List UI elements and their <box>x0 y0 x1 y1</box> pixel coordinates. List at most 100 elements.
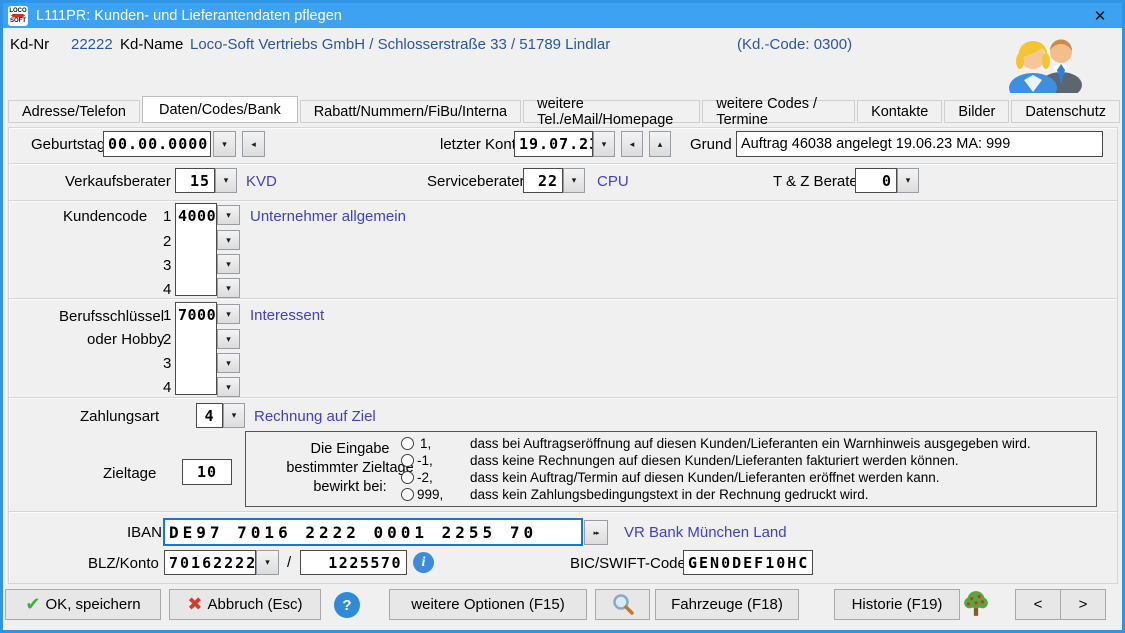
berufsschluessel-dropdown-button-2[interactable]: ▾ <box>217 329 240 349</box>
geburtstag-dropdown-button[interactable]: ▾ <box>213 131 236 157</box>
berufsschluessel-row-index: 4 <box>163 379 171 396</box>
tab-kontakte[interactable]: Kontakte <box>857 100 942 123</box>
serviceberater-field[interactable]: 22 <box>523 168 563 193</box>
bic-swift-field[interactable]: GEN0DEF10HC <box>683 550 813 575</box>
geburtstag-back-button[interactable]: ◂ <box>242 131 265 157</box>
previous-record-button[interactable]: < <box>1015 589 1061 620</box>
chevron-down-icon: ▾ <box>602 139 607 150</box>
letzter-kontakt-field[interactable]: 19.07.23 <box>514 131 593 157</box>
radio-zieltage-minus1[interactable] <box>401 454 414 467</box>
kundencode-label: Kundencode <box>63 208 147 225</box>
kundencode-dropdown-button-3[interactable]: ▾ <box>217 254 240 274</box>
letzter-kontakt-dropdown-button[interactable]: ▾ <box>593 131 615 157</box>
radio-zieltage-1[interactable] <box>401 437 414 450</box>
iban-lookup-button[interactable]: ▸▸ <box>584 520 608 545</box>
berufsschluessel-dropdown-button-3[interactable]: ▾ <box>217 353 240 373</box>
tab-label: weitere Tel./eMail/Homepage <box>537 96 686 128</box>
bank-name: VR Bank München Land <box>624 524 787 541</box>
radio-desc: dass kein Zahlungsbedingungstext in der … <box>470 487 869 502</box>
search-button[interactable] <box>595 589 650 620</box>
geburtstag-field[interactable]: 00.00.0000 <box>103 131 211 157</box>
weitere-optionen-button[interactable]: weitere Optionen (F15) <box>389 589 587 620</box>
kundencode-row-index: 1 <box>163 208 171 225</box>
tab-label: Daten/Codes/Bank <box>159 102 281 118</box>
konto-info-icon[interactable]: i <box>413 552 434 573</box>
logo-bottom-text: SOFT <box>10 18 26 24</box>
tab-weitere-tel-email-homepage[interactable]: weitere Tel./eMail/Homepage <box>523 100 700 123</box>
chevron-down-icon: ▾ <box>906 175 911 186</box>
historie-button[interactable]: Historie (F19) <box>834 589 960 620</box>
logo-diamond-icon <box>11 14 25 18</box>
chevron-down-icon: ▾ <box>226 334 231 345</box>
radio-zieltage-minus2[interactable] <box>401 471 414 484</box>
app-window: LOCO SOFT L111PR: Kunden- und Lieferante… <box>0 0 1125 633</box>
next-record-button[interactable]: > <box>1060 589 1106 620</box>
customers-people-icon <box>1005 36 1085 93</box>
chevron-down-icon: ▾ <box>226 235 231 246</box>
tz-berater-dropdown-button[interactable]: ▾ <box>897 168 919 193</box>
tab-weitere-codes-termine[interactable]: weitere Codes / Termine <box>702 100 855 123</box>
tree-button[interactable] <box>962 590 994 619</box>
serviceberater-label: Serviceberater <box>427 173 525 190</box>
bic-swift-label: BIC/SWIFT-Code <box>570 555 686 572</box>
radio-label: 1, <box>420 436 431 451</box>
tab-adresse-telefon[interactable]: Adresse/Telefon <box>8 100 140 123</box>
radio-label: -2, <box>417 470 433 485</box>
verkaufsberater-dropdown-button[interactable]: ▾ <box>215 168 237 193</box>
double-arrow-right-icon: ▸▸ <box>593 529 598 537</box>
serviceberater-dropdown-button[interactable]: ▾ <box>563 168 585 193</box>
letzter-kontakt-up-button[interactable]: ▴ <box>649 131 671 157</box>
blz-konto-separator: / <box>287 554 291 571</box>
loco-soft-logo-icon: LOCO SOFT <box>8 6 28 26</box>
zahlungsart-field[interactable]: 4 <box>196 403 223 428</box>
iban-field[interactable]: DE97 7016 2222 0001 2255 70 <box>163 518 583 546</box>
zahlungsart-dropdown-button[interactable]: ▾ <box>223 403 245 428</box>
ok-speichern-button[interactable]: ✔ OK, speichern <box>5 589 161 620</box>
kundencode-dropdown-button-2[interactable]: ▾ <box>217 230 240 250</box>
radio-zieltage-999[interactable] <box>401 488 414 501</box>
abbruch-button[interactable]: ✖ Abbruch (Esc) <box>169 589 321 620</box>
kundencode-value-1: 4000 <box>178 207 216 225</box>
kd-code-value: (Kd.-Code: 0300) <box>737 36 852 53</box>
logo-top-text: LOCO <box>9 8 26 14</box>
tab-datenschutz[interactable]: Datenschutz <box>1011 100 1120 123</box>
tab-label: weitere Codes / Termine <box>716 96 841 128</box>
konto-field[interactable]: 1225570 <box>300 550 407 575</box>
letzter-kontakt-label: letzter Kont. <box>440 136 520 153</box>
tz-berater-field[interactable]: 0 <box>855 168 897 193</box>
chevron-down-icon: ▾ <box>222 139 227 150</box>
tab-daten-codes-bank[interactable]: Daten/Codes/Bank <box>142 96 298 123</box>
tab-label: Rabatt/Nummern/FiBu/Interna <box>314 104 507 120</box>
kundencode-dropdown-button-1[interactable]: ▾ <box>217 205 240 225</box>
berufsschluessel-label-line1: Berufsschlüssel <box>59 308 164 325</box>
tab-label: Kontakte <box>871 104 928 120</box>
blz-dropdown-button[interactable]: ▾ <box>256 550 279 575</box>
berufsschluessel-dropdown-button-4[interactable]: ▾ <box>217 377 240 397</box>
tree-icon <box>962 590 990 618</box>
help-button[interactable]: ? <box>334 592 360 618</box>
arrow-left-icon: ◂ <box>251 139 256 150</box>
blz-field[interactable]: 70162222 <box>164 550 256 575</box>
tab-bilder[interactable]: Bilder <box>944 100 1009 123</box>
abbruch-button-label: Abbruch (Esc) <box>208 596 303 613</box>
tab-rabatt-nummern-fibu-interna[interactable]: Rabatt/Nummern/FiBu/Interna <box>300 100 521 123</box>
radio-desc: dass keine Rechnungen auf diesen Kunden/… <box>470 453 959 468</box>
window-title: L111PR: Kunden- und Lieferantendaten pfl… <box>36 8 342 24</box>
grund-field[interactable]: Auftrag 46038 angelegt 19.06.23 MA: 999 <box>736 131 1103 157</box>
zieltage-label: Zieltage <box>103 465 156 482</box>
berufsschluessel-value-1: 7000 <box>178 306 216 324</box>
letzter-kontakt-back-button[interactable]: ◂ <box>621 131 643 157</box>
historie-label: Historie (F19) <box>852 596 943 613</box>
blz-konto-label: BLZ/Konto <box>88 555 159 572</box>
kundencode-dropdown-button-4[interactable]: ▾ <box>217 278 240 298</box>
close-icon[interactable]: ✕ <box>1083 7 1117 25</box>
berufsschluessel-dropdown-button-1[interactable]: ▾ <box>217 304 240 324</box>
ok-button-label: OK, speichern <box>46 596 141 613</box>
radio-label: -1, <box>417 453 433 468</box>
zieltage-field[interactable]: 10 <box>182 459 232 485</box>
verkaufsberater-field[interactable]: 15 <box>175 168 215 193</box>
tab-bar: Adresse/Telefon Daten/Codes/Bank Rabatt/… <box>8 96 1122 123</box>
chevron-down-icon: ▾ <box>224 175 229 186</box>
chevron-down-icon: ▾ <box>226 309 231 320</box>
fahrzeuge-button[interactable]: Fahrzeuge (F18) <box>655 589 799 620</box>
